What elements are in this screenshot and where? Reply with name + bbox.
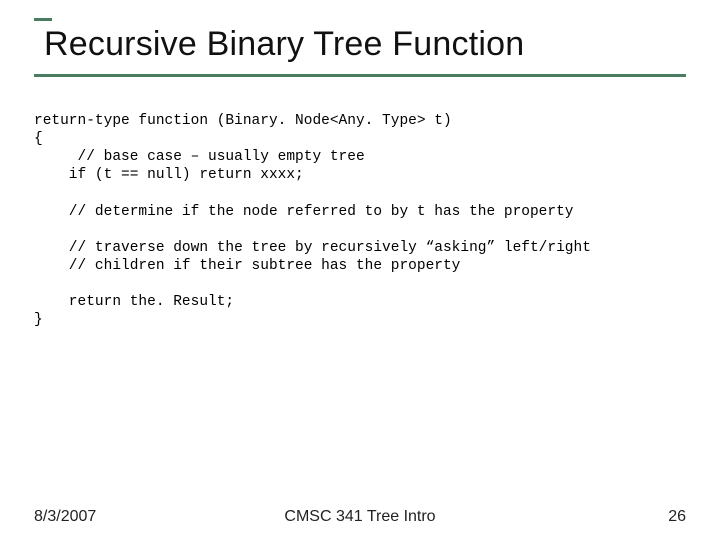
code-block: return-type function (Binary. Node<Any. … xyxy=(34,112,694,330)
code-line: { xyxy=(34,131,43,147)
code-line: // traverse down the tree by recursively… xyxy=(34,240,591,256)
code-line: // determine if the node referred to by … xyxy=(34,204,574,220)
code-line: return the. Result; xyxy=(34,294,234,310)
title-rule-bottom xyxy=(34,74,686,77)
code-line: if (t == null) return xxxx; xyxy=(34,167,304,183)
title-block: Recursive Binary Tree Function xyxy=(34,18,686,77)
footer-center: CMSC 341 Tree Intro xyxy=(34,508,686,526)
footer-page-number: 26 xyxy=(668,508,686,526)
code-line: return-type function (Binary. Node<Any. … xyxy=(34,113,452,129)
slide-title: Recursive Binary Tree Function xyxy=(34,21,686,74)
slide: Recursive Binary Tree Function return-ty… xyxy=(0,0,720,540)
code-line: } xyxy=(34,312,43,328)
code-line: // base case – usually empty tree xyxy=(34,149,365,165)
code-line: // children if their subtree has the pro… xyxy=(34,258,460,274)
